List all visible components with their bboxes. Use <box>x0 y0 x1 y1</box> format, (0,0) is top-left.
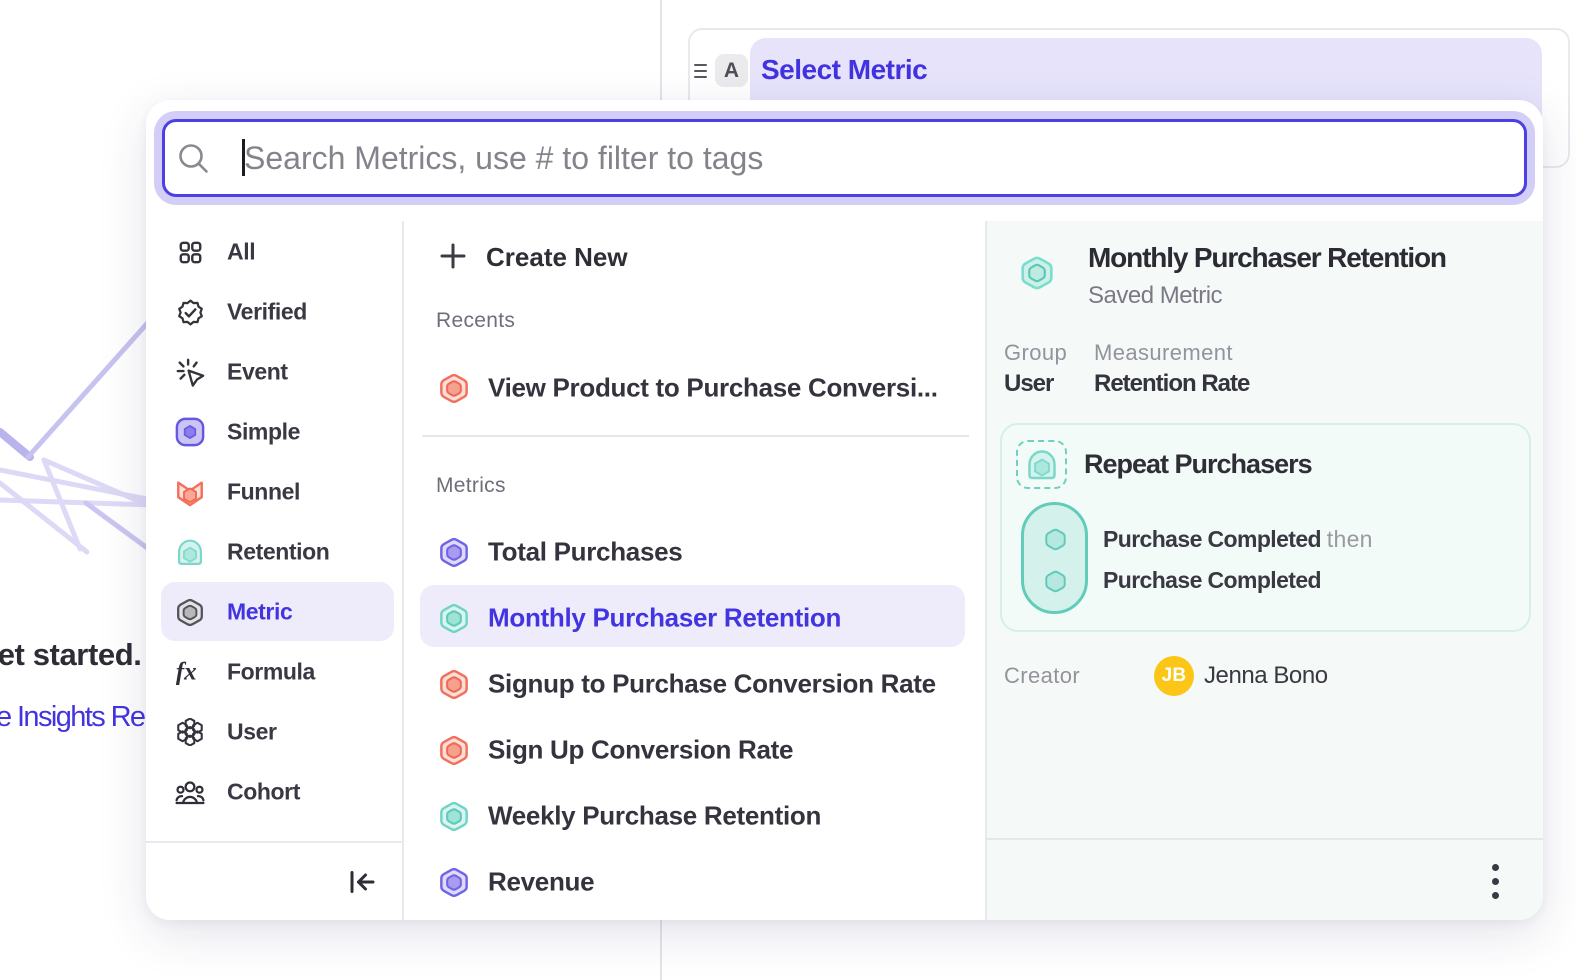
svg-text:fx: fx <box>176 659 197 686</box>
